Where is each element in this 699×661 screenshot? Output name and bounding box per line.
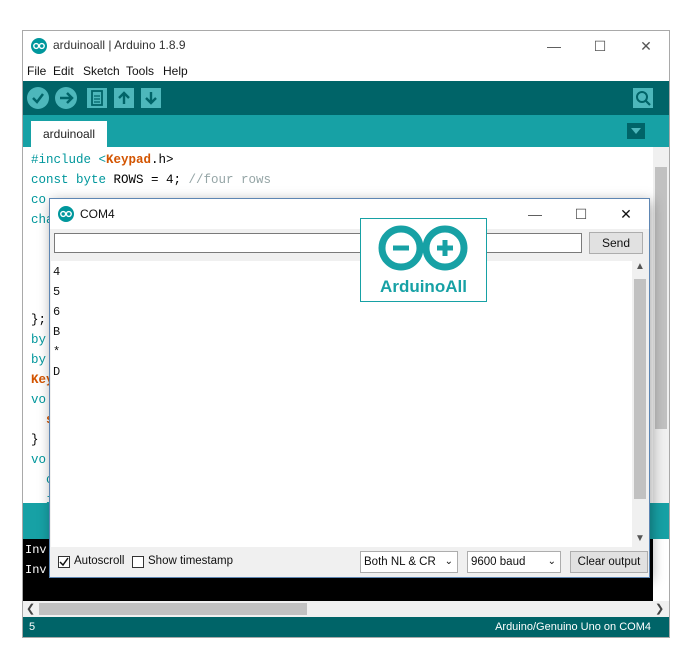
checkmark-icon	[32, 93, 44, 104]
menu-file[interactable]: File	[27, 64, 46, 78]
chevron-down-icon: ⌄	[444, 556, 453, 567]
logo-text: ArduinoAll	[380, 277, 467, 296]
monitor-footer: Autoscroll Show timestamp Both NL & CR ⌄…	[50, 547, 649, 577]
output-line: B	[53, 325, 61, 339]
window-title: arduinoall | Arduino 1.8.9	[53, 38, 186, 52]
close-icon: ✕	[640, 38, 652, 54]
serial-output: 4 5 6 B * D	[51, 261, 632, 547]
line-ending-value: Both NL & CR	[364, 556, 436, 568]
autoscroll-checkbox[interactable]	[58, 556, 70, 568]
menu-sketch[interactable]: Sketch	[83, 64, 120, 78]
monitor-vertical-scrollbar[interactable]: ▲ ▼	[632, 261, 648, 547]
chevron-down-icon: ⌄	[547, 556, 556, 567]
arrow-up-icon	[118, 91, 130, 104]
open-button[interactable]	[114, 88, 134, 108]
output-line: *	[53, 345, 61, 359]
line-number: 5	[29, 621, 36, 633]
arrow-down-icon	[145, 92, 157, 105]
code-line: }	[31, 433, 39, 447]
maximize-icon: ☐	[574, 206, 588, 222]
checkmark-icon	[59, 557, 69, 567]
menu-tools[interactable]: Tools	[126, 64, 154, 78]
board-info: Arduino/Genuino Uno on COM4	[495, 621, 651, 633]
code-token: const byte	[31, 173, 107, 187]
code-token: //four rows	[188, 173, 272, 187]
timestamp-label: Show timestamp	[148, 555, 234, 567]
title-bar: arduinoall | Arduino 1.8.9 — ☐ ✕	[23, 31, 669, 61]
scrollbar-thumb[interactable]	[634, 279, 646, 499]
output-line: 4	[53, 265, 61, 279]
minimize-button[interactable]: —	[531, 31, 577, 61]
infinity-logo-icon	[378, 225, 468, 271]
maximize-icon: ☐	[593, 38, 607, 54]
scroll-right-icon[interactable]: ❯	[655, 602, 664, 615]
magnifier-icon	[636, 91, 651, 106]
triangle-down-icon	[631, 128, 641, 134]
monitor-title-bar: COM4 — ☐ ✕	[50, 199, 649, 229]
code-line: co	[31, 193, 47, 207]
output-line: D	[53, 365, 61, 379]
arrow-right-icon	[60, 92, 74, 104]
upload-button[interactable]	[55, 87, 77, 109]
code-line: vo	[31, 393, 47, 407]
editor-horizontal-scrollbar[interactable]: ❮ ❯	[23, 601, 669, 617]
monitor-close-button[interactable]: ✕	[603, 199, 649, 229]
code-line: #include <Keypad.h>	[31, 153, 174, 167]
editor-vertical-scrollbar[interactable]	[653, 147, 669, 503]
scroll-up-icon[interactable]: ▲	[635, 261, 645, 272]
status-bar: 5 Arduino/Genuino Uno on COM4	[23, 617, 669, 637]
console-line: Inv	[25, 563, 47, 577]
console-line: Inv	[25, 543, 47, 557]
autoscroll-label: Autoscroll	[74, 555, 125, 567]
serial-monitor-window: COM4 — ☐ ✕ Send 4 5 6 B * D ▲ ▼ Autoscro…	[49, 198, 650, 578]
close-button[interactable]: ✕	[623, 31, 669, 61]
minimize-icon: —	[547, 38, 561, 54]
monitor-minimize-button[interactable]: —	[512, 199, 558, 229]
baud-select[interactable]: 9600 baud ⌄	[467, 551, 561, 573]
menu-help[interactable]: Help	[163, 64, 188, 78]
scrollbar-thumb[interactable]	[655, 167, 667, 429]
send-row: Send	[50, 229, 649, 261]
send-button[interactable]: Send	[589, 232, 643, 254]
menu-bar: File Edit Sketch Tools Help	[23, 61, 669, 81]
minimize-icon: —	[528, 206, 542, 222]
arduinoall-logo: ArduinoAll	[360, 218, 487, 302]
new-file-icon	[91, 90, 103, 106]
toolbar	[23, 81, 669, 115]
code-token: .h>	[151, 153, 174, 167]
tab-menu-button[interactable]	[627, 123, 645, 139]
maximize-button[interactable]: ☐	[577, 31, 623, 61]
code-line: by	[31, 353, 47, 367]
output-line: 5	[53, 285, 61, 299]
timestamp-checkbox[interactable]	[132, 556, 144, 568]
code-line: vo	[31, 453, 47, 467]
clear-output-button[interactable]: Clear output	[570, 551, 648, 573]
code-line: };	[31, 313, 47, 327]
close-icon: ✕	[620, 206, 632, 222]
scroll-left-icon[interactable]: ❮	[26, 602, 35, 615]
code-token: Keypad	[106, 153, 152, 167]
serial-input[interactable]	[54, 233, 582, 253]
verify-button[interactable]	[27, 87, 49, 109]
code-token: #include <	[31, 153, 107, 167]
line-ending-select[interactable]: Both NL & CR ⌄	[360, 551, 458, 573]
new-button[interactable]	[87, 88, 107, 108]
code-line: by	[31, 333, 47, 347]
monitor-maximize-button[interactable]: ☐	[558, 199, 604, 229]
baud-value: 9600 baud	[471, 556, 526, 568]
arduino-logo-icon	[58, 206, 74, 222]
code-line: const byte ROWS = 4; //four rows	[31, 173, 271, 187]
menu-edit[interactable]: Edit	[53, 64, 74, 78]
save-button[interactable]	[141, 88, 161, 108]
monitor-title: COM4	[80, 207, 115, 221]
scrollbar-thumb[interactable]	[39, 603, 307, 615]
tab-arduinoall[interactable]: arduinoall	[31, 121, 107, 147]
code-token: ROWS = 4;	[106, 173, 189, 187]
scroll-down-icon[interactable]: ▼	[635, 533, 645, 544]
tab-bar: arduinoall	[23, 115, 669, 147]
serial-monitor-button[interactable]	[633, 88, 653, 108]
output-line: 6	[53, 305, 61, 319]
arduino-logo-icon	[31, 38, 47, 54]
